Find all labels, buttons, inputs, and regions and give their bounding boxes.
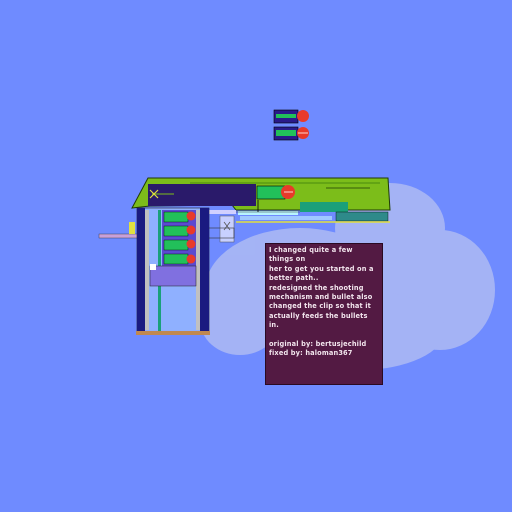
credit-original: original by: bertusjechild: [269, 339, 367, 348]
note-line: I changed quite a few things on: [269, 246, 353, 264]
bullet[interactable]: [273, 126, 309, 141]
note-line: mechanism and bullet also: [269, 293, 373, 302]
game-scene: [98, 109, 495, 370]
bullet[interactable]: [273, 109, 309, 124]
note-line: changed the clip so that it: [269, 302, 371, 311]
note-line: her to get you started on a: [269, 264, 374, 273]
info-note: I changed quite a few things on her to g…: [265, 243, 383, 385]
note-line: redesigned the shooting: [269, 283, 364, 292]
credit-fixed: fixed by: haloman367: [269, 349, 353, 358]
note-line: actually feeds the bullets in.: [269, 311, 368, 330]
note-line: better path..: [269, 274, 319, 283]
